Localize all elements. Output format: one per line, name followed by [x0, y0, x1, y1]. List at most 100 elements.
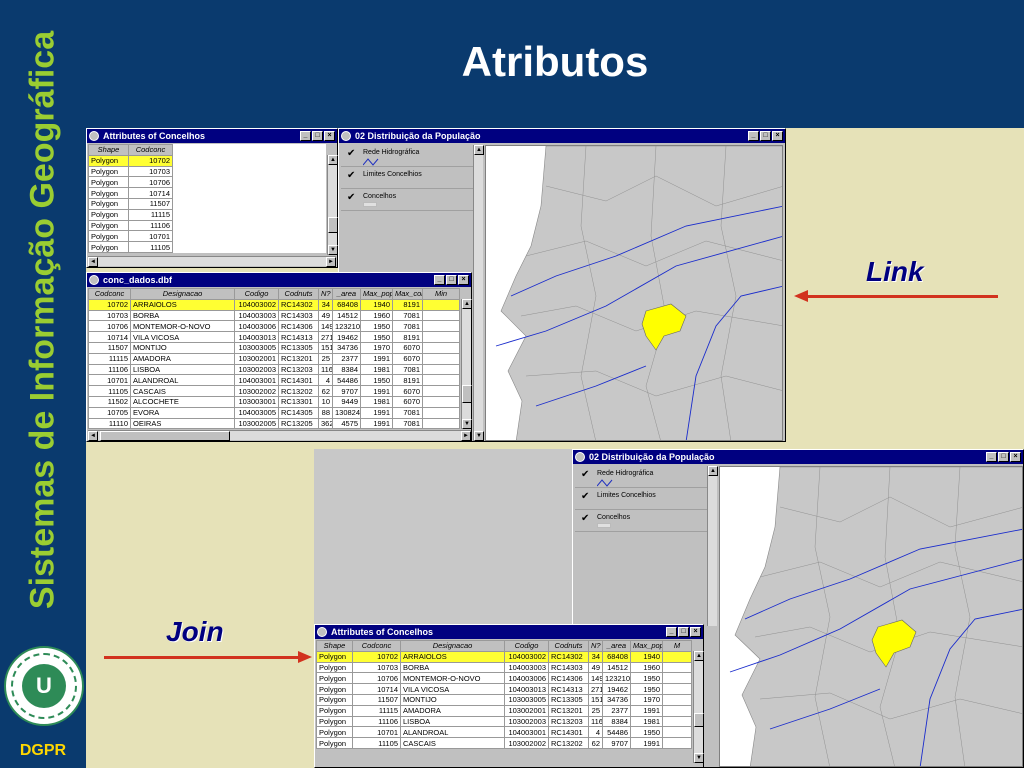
table-cell[interactable]: 11115: [352, 704, 401, 717]
table-cell[interactable]: 104003002: [234, 298, 279, 311]
table-cell[interactable]: 7081: [392, 320, 423, 333]
table-cell[interactable]: [662, 650, 692, 663]
scroll-down-arrow[interactable]: ▼: [462, 419, 472, 429]
table-cell[interactable]: [422, 352, 460, 365]
table-cell[interactable]: 25: [318, 352, 333, 365]
table-cell[interactable]: 10705: [88, 406, 131, 419]
layer-concelhos[interactable]: ✔ Concelhos: [341, 189, 473, 211]
table-row[interactable]: Polygon 11105 CASCAIS 103002002 RC13202 62 970…: [316, 737, 692, 749]
table-cell[interactable]: 10702: [88, 298, 131, 311]
close-button[interactable]: ×: [324, 131, 335, 141]
maximize-button[interactable]: □: [446, 275, 457, 285]
table-cell[interactable]: 10702: [352, 650, 401, 663]
table-cell[interactable]: VILA VICOSA: [400, 683, 505, 695]
table-cell[interactable]: Polygon: [88, 176, 129, 189]
table-row[interactable]: 11106 LISBOA 103002003 RC13203 116 8384 1981 70…: [88, 363, 460, 376]
table-cell[interactable]: 19462: [602, 683, 631, 695]
close-button[interactable]: ×: [690, 627, 701, 637]
table-cell[interactable]: 104003013: [234, 331, 279, 343]
table-cell[interactable]: 123210: [602, 672, 631, 685]
legend-scrollbar[interactable]: ▲: [707, 466, 718, 626]
table-cell[interactable]: 10706: [352, 672, 401, 685]
table-cell[interactable]: RC14313: [548, 683, 589, 695]
layer-check-icon[interactable]: ✔: [347, 170, 355, 181]
table-cell[interactable]: BORBA: [400, 661, 505, 674]
table-row[interactable]: Polygon 11507 MONTIJO 103003005 RC13305 151 34…: [316, 693, 692, 706]
table-cell[interactable]: 34736: [602, 693, 631, 706]
table-row[interactable]: 10705 EVORA 104003005 RC14305 88 130824 1991 70…: [88, 406, 460, 419]
table-row[interactable]: Polygon 10706: [88, 176, 326, 189]
table-row[interactable]: 11502 ALCOCHETE 103003001 RC13301 10 9449 1981…: [88, 395, 460, 408]
attributes-join-col-header[interactable]: Shape: [316, 640, 353, 652]
scroll-thumb-horizontal[interactable]: [100, 431, 230, 441]
table-cell[interactable]: MONTEMOR-O-NOVO: [400, 672, 505, 685]
table-cell[interactable]: 10: [318, 395, 333, 408]
vertical-scrollbar[interactable]: ▲ ▼: [461, 299, 472, 429]
table-cell[interactable]: 7081: [392, 309, 423, 322]
table-cell[interactable]: 10703: [352, 661, 401, 674]
table-cell[interactable]: [662, 726, 692, 739]
table-cell[interactable]: 10703: [88, 309, 131, 322]
table-cell[interactable]: 54486: [602, 726, 631, 739]
table-cell[interactable]: 103003005: [504, 693, 549, 706]
table-cell[interactable]: RC14305: [278, 406, 319, 419]
table-cell[interactable]: 62: [318, 385, 333, 397]
layer-rede-hidrografica[interactable]: ✔ Rede Hidrográfica: [341, 145, 473, 167]
map-view[interactable]: [719, 466, 1023, 767]
conc-dados-col-header[interactable]: Codconc: [88, 288, 131, 300]
attributes-join-table[interactable]: Shape Codconc Designacao Codigo Codnuts N? _ar…: [316, 640, 692, 749]
table-cell[interactable]: [662, 737, 692, 749]
table-cell[interactable]: Polygon: [88, 241, 129, 253]
table-cell[interactable]: [422, 309, 460, 322]
table-cell[interactable]: 1981: [360, 395, 393, 408]
map-window-titlebar[interactable]: 02 Distribuição da População _ □ ×: [339, 129, 785, 143]
table-row[interactable]: Polygon 10714: [88, 187, 326, 199]
table-cell[interactable]: 19462: [332, 331, 361, 343]
table-row[interactable]: Polygon 10714 VILA VICOSA 104003013 RC14313 2…: [316, 683, 692, 695]
scroll-left-arrow[interactable]: ◄: [88, 431, 98, 441]
table-cell[interactable]: 11110: [88, 417, 131, 430]
table-cell[interactable]: 11502: [88, 395, 131, 408]
table-cell[interactable]: 8384: [602, 715, 631, 728]
table-row[interactable]: Polygon 10701 ALANDROAL 104003001 RC14301 4 54…: [316, 726, 692, 739]
attributes-col-header[interactable]: Shape: [88, 144, 129, 156]
layer-check-icon[interactable]: ✔: [347, 148, 355, 159]
minimize-button[interactable]: _: [434, 275, 445, 285]
conc-dados-table[interactable]: Codconc Designacao Codigo Codnuts N? _area Max…: [88, 288, 460, 430]
table-cell[interactable]: 7081: [392, 406, 423, 419]
table-cell[interactable]: 9707: [602, 737, 631, 749]
table-cell[interactable]: ARRAIOLOS: [400, 650, 505, 663]
attributes-join-col-header[interactable]: Codigo: [504, 640, 549, 652]
table-cell[interactable]: 11105: [352, 737, 401, 749]
table-cell[interactable]: 104003006: [504, 672, 549, 685]
scroll-up-arrow[interactable]: ▲: [694, 651, 704, 661]
table-cell[interactable]: 49: [588, 661, 603, 674]
maximize-button[interactable]: □: [678, 627, 689, 637]
table-cell[interactable]: 1991: [630, 737, 663, 749]
conc-dados-col-header[interactable]: Codigo: [234, 288, 279, 300]
table-cell[interactable]: 1950: [360, 331, 393, 343]
table-cell[interactable]: RC13201: [548, 704, 589, 717]
table-cell[interactable]: Polygon: [88, 230, 129, 243]
table-cell[interactable]: Polygon: [88, 154, 129, 167]
table-cell[interactable]: 1991: [360, 417, 393, 430]
table-cell[interactable]: RC14306: [278, 320, 319, 333]
table-cell[interactable]: 104003006: [234, 320, 279, 333]
table-cell[interactable]: 104003013: [504, 683, 549, 695]
table-cell[interactable]: 68408: [602, 650, 631, 663]
table-cell[interactable]: 1981: [630, 715, 663, 728]
table-cell[interactable]: 11105: [128, 241, 173, 253]
table-cell[interactable]: [422, 374, 460, 387]
table-cell[interactable]: Polygon: [88, 197, 129, 210]
table-cell[interactable]: 103002003: [504, 715, 549, 728]
legend-scrollbar[interactable]: ▲ ▼: [473, 145, 484, 441]
table-cell[interactable]: 11507: [128, 197, 173, 210]
table-cell[interactable]: EVORA: [130, 406, 235, 419]
table-cell[interactable]: RC13203: [278, 363, 319, 376]
table-cell[interactable]: [422, 417, 460, 430]
table-cell[interactable]: 116: [588, 715, 603, 728]
table-cell[interactable]: 4575: [332, 417, 361, 430]
minimize-button[interactable]: _: [748, 131, 759, 141]
table-cell[interactable]: LISBOA: [130, 363, 235, 376]
map-window-titlebar[interactable]: 02 Distribuição da População _ □ ×: [573, 450, 1023, 464]
